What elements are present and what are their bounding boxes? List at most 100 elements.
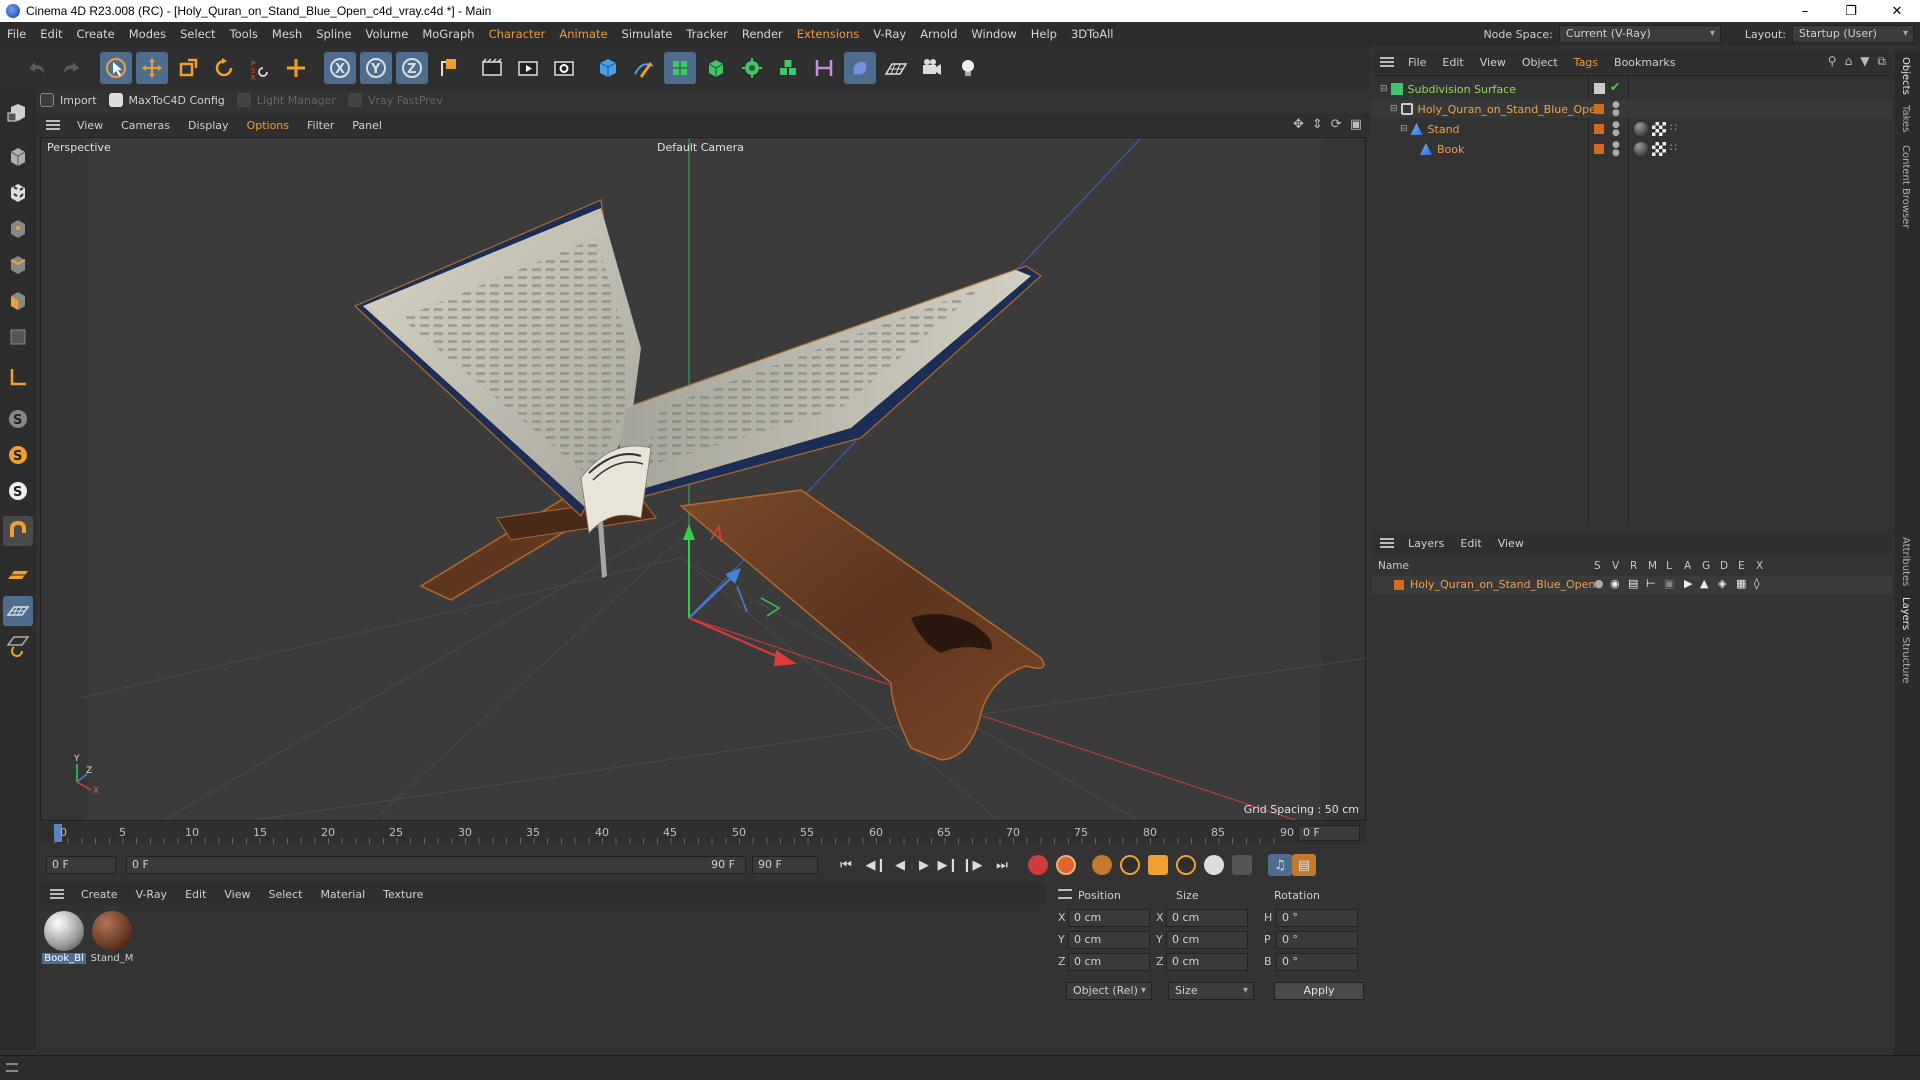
voronoi-icon[interactable] bbox=[772, 52, 804, 84]
menu-arnold[interactable]: Arnold bbox=[913, 22, 964, 46]
xref-icon[interactable]: ◊ bbox=[1754, 577, 1759, 590]
generators-icon[interactable]: ▲ bbox=[1700, 577, 1708, 590]
visibility-dots-icon[interactable]: ● ● bbox=[1612, 101, 1620, 118]
viewport-menu-panel[interactable]: Panel bbox=[343, 119, 391, 132]
play-icon[interactable]: ▶ bbox=[912, 854, 936, 876]
vray-fastprev-button[interactable]: Vray FastPrev bbox=[347, 93, 443, 107]
lock-icon[interactable]: ▣ bbox=[1664, 577, 1674, 590]
grid-workplane-icon[interactable] bbox=[3, 630, 33, 660]
rotation-b-field[interactable]: 0 ° bbox=[1276, 953, 1358, 971]
material-menu-select[interactable]: Select bbox=[260, 888, 312, 901]
undo-icon[interactable] bbox=[20, 52, 52, 84]
menu-volume[interactable]: Volume bbox=[359, 22, 416, 46]
object-name[interactable]: Stand bbox=[1428, 123, 1460, 136]
new-window-icon[interactable]: ⧉ bbox=[1877, 54, 1886, 69]
layers-menu-edit[interactable]: Edit bbox=[1452, 537, 1489, 550]
collapse-toggle-icon[interactable]: ⊟ bbox=[1390, 104, 1398, 114]
previous-frame-icon[interactable]: ◀ bbox=[888, 854, 912, 876]
select-live-icon[interactable] bbox=[100, 52, 132, 84]
menu-tools[interactable]: Tools bbox=[223, 22, 265, 46]
menu-mesh[interactable]: Mesh bbox=[265, 22, 309, 46]
size-y-field[interactable]: 0 cm bbox=[1166, 931, 1248, 949]
material-menu-view[interactable]: View bbox=[215, 888, 259, 901]
keyframe-selection-icon[interactable] bbox=[1092, 855, 1112, 875]
tab-content-browser[interactable]: Content Browser bbox=[1900, 145, 1911, 228]
rotate-icon[interactable] bbox=[208, 52, 240, 84]
polygons-mode-icon[interactable] bbox=[3, 286, 33, 316]
object-menu-edit[interactable]: Edit bbox=[1434, 56, 1471, 69]
menu-create[interactable]: Create bbox=[70, 22, 122, 46]
object-row-holy-quran[interactable]: ⊟ Holy_Quran_on_Stand_Blue_Open ● ● bbox=[1372, 100, 1892, 118]
object-menu-object[interactable]: Object bbox=[1514, 56, 1566, 69]
menu-select[interactable]: Select bbox=[173, 22, 222, 46]
points-mode-icon[interactable] bbox=[3, 214, 33, 244]
layout-select[interactable]: Startup (User) bbox=[1792, 25, 1914, 43]
viewport-zoom-icon[interactable]: ⇕ bbox=[1312, 117, 1323, 132]
layer-color-swatch[interactable] bbox=[1394, 580, 1404, 590]
autokey-icon[interactable] bbox=[1056, 855, 1076, 875]
material-stand[interactable]: Stand_M bbox=[90, 911, 134, 964]
size-z-field[interactable]: 0 cm bbox=[1166, 953, 1248, 971]
menu-character[interactable]: Character bbox=[482, 22, 553, 46]
layer-name[interactable]: Holy_Quran_on_Stand_Blue_Open bbox=[1410, 578, 1595, 591]
make-editable-icon[interactable] bbox=[3, 98, 33, 128]
material-tag-icon[interactable] bbox=[1634, 122, 1648, 136]
object-row-subdivision[interactable]: ⊟ Subdivision Surface ✔ bbox=[1372, 80, 1892, 98]
visibility-dots-icon[interactable]: ● ● bbox=[1612, 121, 1620, 138]
material-menu-edit[interactable]: Edit bbox=[176, 888, 215, 901]
layers-menu-icon[interactable] bbox=[1380, 538, 1394, 548]
menu-spline[interactable]: Spline bbox=[309, 22, 358, 46]
tab-takes[interactable]: Takes bbox=[1900, 105, 1911, 132]
layers-menu-layers[interactable]: Layers bbox=[1400, 537, 1452, 550]
object-menu-tags[interactable]: Tags bbox=[1566, 56, 1606, 69]
redo-icon[interactable] bbox=[56, 52, 88, 84]
cloner-icon[interactable] bbox=[736, 52, 768, 84]
extrude-icon[interactable] bbox=[700, 52, 732, 84]
move-icon[interactable] bbox=[136, 52, 168, 84]
timeline-ruler[interactable]: 0 5 10 15 20 25 30 35 40 45 50 55 60 65 … bbox=[40, 822, 1366, 844]
object-name[interactable]: Holy_Quran_on_Stand_Blue_Open bbox=[1418, 103, 1603, 116]
uvw-tag-icon[interactable] bbox=[1652, 142, 1666, 156]
viewport-rotate-icon[interactable]: ⟳ bbox=[1331, 117, 1342, 132]
viewport-menu-options[interactable]: Options bbox=[238, 119, 298, 132]
uvw-tag-icon[interactable] bbox=[1652, 122, 1666, 136]
current-frame-field[interactable]: 0 F bbox=[1298, 825, 1360, 841]
visibility-dots-icon[interactable]: ● ● bbox=[1612, 141, 1620, 158]
coords-menu-icon[interactable] bbox=[1058, 889, 1072, 899]
layer-row[interactable]: Holy_Quran_on_Stand_Blue_Open ● ◉ ▤ ⊢ ▣ … bbox=[1372, 576, 1892, 594]
snap-icon[interactable]: S bbox=[3, 404, 33, 434]
motion-sound-icon[interactable]: ♫ bbox=[1268, 854, 1292, 876]
locked-workplane-icon[interactable] bbox=[3, 596, 33, 626]
render-view-icon[interactable] bbox=[512, 52, 544, 84]
manager-icon[interactable]: ⊢ bbox=[1646, 577, 1656, 590]
object-menu-bookmarks[interactable]: Bookmarks bbox=[1606, 56, 1683, 69]
viewport-menu-view[interactable]: View bbox=[68, 119, 112, 132]
material-menu-vray[interactable]: V-Ray bbox=[127, 888, 177, 901]
collapse-toggle-icon[interactable]: ⊟ bbox=[1400, 124, 1408, 134]
expressions-icon[interactable]: ▦ bbox=[1736, 577, 1746, 590]
viewport-menu-display[interactable]: Display bbox=[179, 119, 238, 132]
enabled-check-icon[interactable]: ✔ bbox=[1610, 80, 1620, 94]
key-pla-icon[interactable] bbox=[1232, 855, 1252, 875]
minimize-button[interactable]: – bbox=[1782, 0, 1828, 22]
pen-spline-icon[interactable] bbox=[628, 52, 660, 84]
menu-tracker[interactable]: Tracker bbox=[679, 22, 735, 46]
floor-icon[interactable] bbox=[880, 52, 912, 84]
y-axis-lock-icon[interactable]: Y bbox=[360, 52, 392, 84]
cube-icon[interactable] bbox=[592, 52, 624, 84]
material-tag-icon[interactable] bbox=[1634, 142, 1648, 156]
edit-checkbox-icon[interactable] bbox=[1594, 83, 1605, 94]
next-key-icon[interactable]: ❙▶ bbox=[960, 854, 984, 876]
z-axis-lock-icon[interactable]: Z bbox=[396, 52, 428, 84]
visible-eye-icon[interactable]: ◉ bbox=[1610, 577, 1620, 590]
solo-dot-icon[interactable]: ● bbox=[1594, 577, 1604, 590]
camera-icon[interactable] bbox=[916, 52, 948, 84]
search-icon[interactable]: ⚲ bbox=[1828, 54, 1837, 69]
object-name[interactable]: Subdivision Surface bbox=[1408, 83, 1516, 96]
tab-attributes[interactable]: Attributes bbox=[1900, 537, 1911, 586]
viewport-pan-icon[interactable]: ✥ bbox=[1293, 117, 1304, 132]
material-menu-create[interactable]: Create bbox=[72, 888, 127, 901]
previous-key-icon[interactable]: ◀❙ bbox=[864, 854, 888, 876]
uv-mode-icon[interactable] bbox=[3, 322, 33, 352]
coordinate-mode-select[interactable]: Object (Rel) bbox=[1066, 982, 1152, 1000]
